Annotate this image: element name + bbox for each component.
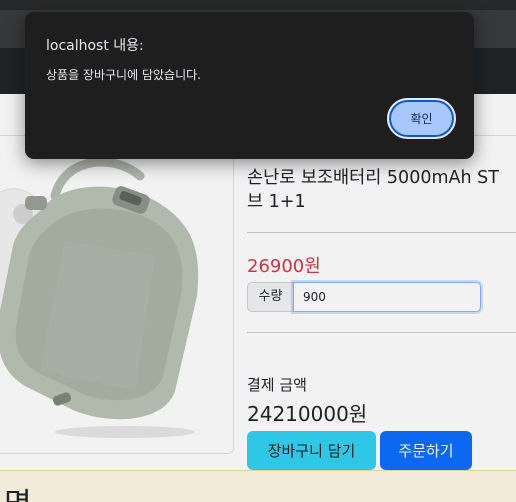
- alert-dialog-message: 상품을 장바구니에 담았습니다.: [46, 68, 201, 82]
- alert-dialog: localhost 내용: 상품을 장바구니에 담았습니다. 확인: [25, 12, 474, 159]
- confirm-button[interactable]: 확인: [387, 98, 456, 139]
- alert-dialog-title: localhost 내용:: [46, 38, 144, 54]
